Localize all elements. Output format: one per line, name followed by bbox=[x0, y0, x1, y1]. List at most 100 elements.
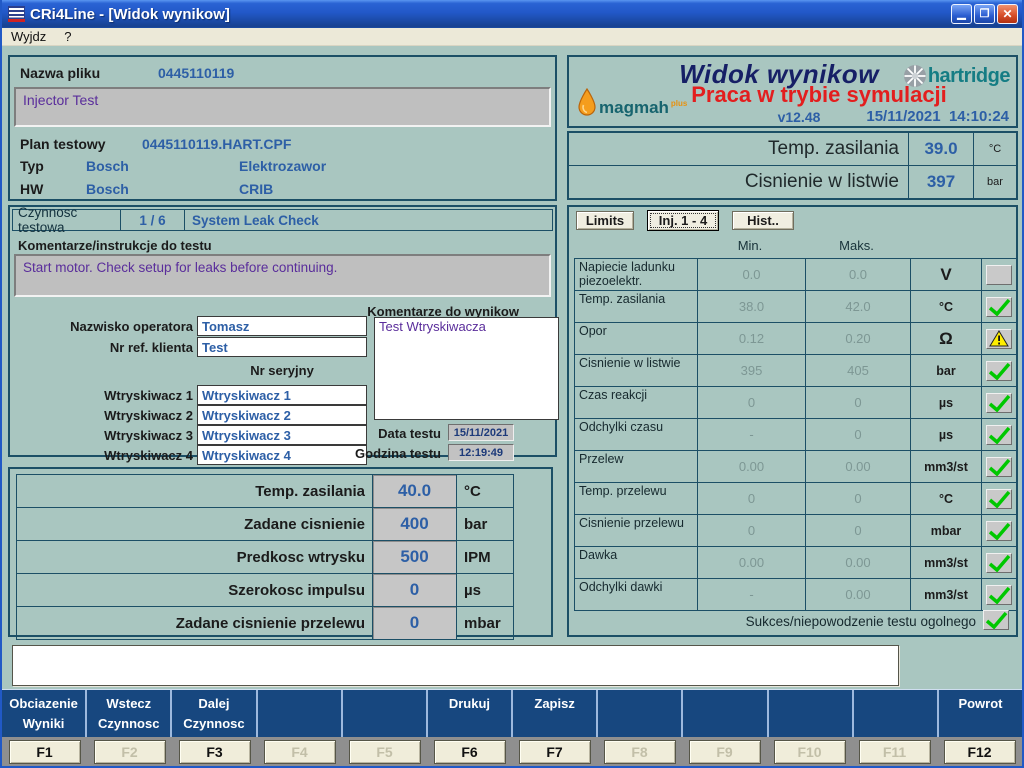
setpoint-row: Zadane cisnienie400bar bbox=[17, 507, 513, 540]
status-pass-icon bbox=[986, 489, 1012, 509]
result-min-value: 0.12 bbox=[697, 323, 805, 354]
test-time-label: Godzina testu bbox=[346, 446, 441, 461]
result-unit: °C bbox=[910, 483, 981, 514]
fkey-label-line1: Obciazenie bbox=[9, 695, 78, 712]
results-panel: Limits Inj. 1 - 4 Hist.. Min. Maks. Napi… bbox=[567, 205, 1018, 637]
injector-4-input[interactable] bbox=[197, 445, 367, 465]
setpoint-unit: mbar bbox=[457, 607, 513, 639]
limits-button[interactable]: Limits bbox=[576, 211, 634, 230]
fkey-label-F1: Obciazenie Wyniki bbox=[2, 690, 87, 737]
test-step-label: Czynnosc testowa bbox=[13, 210, 121, 230]
client-ref-input[interactable] bbox=[197, 337, 367, 357]
setpoint-unit: °C bbox=[457, 475, 513, 507]
result-row: Temp. zasilania38.042.0°C bbox=[575, 290, 1016, 322]
typ-value: Bosch bbox=[86, 158, 129, 174]
result-min-value: 0 bbox=[697, 387, 805, 418]
fkey-slot-F9: F9 bbox=[682, 740, 767, 764]
result-unit: mm3/st bbox=[910, 547, 981, 578]
result-min-value: 0.0 bbox=[697, 259, 805, 290]
green-check-icon bbox=[987, 298, 1011, 316]
live-values-panel: Temp. zasilania 39.0 °C Cisnienie w list… bbox=[567, 131, 1018, 200]
live-temp-unit: °C bbox=[974, 133, 1016, 165]
test-date-label: Data testu bbox=[346, 426, 441, 441]
injector-1-input[interactable] bbox=[197, 385, 367, 405]
green-check-icon bbox=[987, 362, 1011, 380]
fkey-label-F5 bbox=[343, 690, 428, 737]
result-unit: mm3/st bbox=[910, 579, 981, 610]
max-column-header: Maks. bbox=[804, 238, 909, 258]
close-button[interactable]: ✕ bbox=[997, 4, 1018, 24]
fkey-label-F7: Zapisz bbox=[513, 690, 598, 737]
file-name-value: 0445110119 bbox=[158, 65, 234, 81]
fkey-button-F7[interactable]: F7 bbox=[519, 740, 591, 764]
app-logo-icon bbox=[8, 6, 25, 22]
menu-help[interactable]: ? bbox=[55, 29, 80, 44]
result-row: Czas reakcji00µs bbox=[575, 386, 1016, 418]
setpoint-value: 0 bbox=[372, 574, 457, 606]
results-comments-input[interactable]: Test Wtryskiwacza bbox=[374, 317, 559, 420]
status-pass-icon bbox=[983, 610, 1009, 630]
window-title: CRi4Line - [Widok wynikow] bbox=[30, 6, 951, 23]
result-row-label: Cisnienie w listwie bbox=[575, 355, 697, 386]
typ-label: Typ bbox=[20, 158, 44, 174]
result-max-value: 405 bbox=[805, 355, 910, 386]
result-min-value: 0.00 bbox=[697, 451, 805, 482]
result-max-value: 0 bbox=[805, 483, 910, 514]
test-step-strip: Czynnosc testowa 1 / 6 System Leak Check bbox=[12, 209, 553, 231]
injector-1-label: Wtryskiwacz 1 bbox=[10, 388, 193, 403]
result-row: Przelew0.000.00mm3/st bbox=[575, 450, 1016, 482]
live-temp-value: 39.0 bbox=[908, 133, 974, 165]
result-unit: bar bbox=[910, 355, 981, 386]
live-temp-label: Temp. zasilania bbox=[569, 133, 908, 165]
function-key-row: F1F2F3F4F5F6F7F8F9F10F11F12 bbox=[2, 737, 1022, 766]
setpoints-table: Temp. zasilania40.0°CZadane cisnienie400… bbox=[16, 474, 514, 640]
current-datetime: 15/11/2021 14:10:24 bbox=[866, 108, 1009, 125]
test-step-counter: 1 / 6 bbox=[121, 210, 185, 230]
file-name-label: Nazwa pliku bbox=[20, 65, 100, 81]
result-status-cell bbox=[981, 387, 1016, 418]
result-row: Temp. przelewu00°C bbox=[575, 482, 1016, 514]
setpoint-value: 0 bbox=[372, 607, 457, 639]
live-row: Temp. zasilania 39.0 °C bbox=[569, 133, 1016, 165]
file-info-panel: Nazwa pliku 0445110119 Injector Test Pla… bbox=[8, 55, 557, 201]
restore-button[interactable]: ❐ bbox=[974, 4, 995, 24]
result-status-cell bbox=[981, 483, 1016, 514]
injector-2-input[interactable] bbox=[197, 405, 367, 425]
minimize-button[interactable]: ▁ bbox=[951, 4, 972, 24]
fkey-label-F3: DalejCzynnosc bbox=[172, 690, 257, 737]
test-date-value: 15/11/2021 bbox=[448, 424, 514, 441]
live-rail-pressure-value: 397 bbox=[908, 166, 974, 198]
result-row-label: Napiecie ladunku piezoelektr. bbox=[575, 259, 697, 290]
fkey-label-line2: Wyniki bbox=[23, 715, 65, 732]
hist-button[interactable]: Hist.. bbox=[732, 211, 794, 230]
result-max-value: 0 bbox=[805, 515, 910, 546]
injector-3-input[interactable] bbox=[197, 425, 367, 445]
fkey-button-F6[interactable]: F6 bbox=[434, 740, 506, 764]
injector-2-label: Wtryskiwacz 2 bbox=[10, 408, 193, 423]
result-status-cell bbox=[981, 451, 1016, 482]
setpoint-value: 500 bbox=[372, 541, 457, 573]
plan-label: Plan testowy bbox=[20, 136, 106, 152]
plan-value: 0445110119.HART.CPF bbox=[142, 136, 291, 152]
inj-1-4-button[interactable]: Inj. 1 - 4 bbox=[647, 210, 719, 231]
operator-name-input[interactable] bbox=[197, 316, 367, 336]
green-check-icon bbox=[987, 426, 1011, 444]
oil-drop-icon bbox=[577, 88, 597, 116]
fkey-label-F10 bbox=[769, 690, 854, 737]
green-check-icon bbox=[987, 490, 1011, 508]
setpoint-label: Predkosc wtrysku bbox=[17, 541, 372, 573]
result-row-label: Przelew bbox=[575, 451, 697, 482]
fkey-button-F12[interactable]: F12 bbox=[944, 740, 1016, 764]
fkey-button-F3[interactable]: F3 bbox=[179, 740, 251, 764]
fkey-label-F9 bbox=[683, 690, 768, 737]
result-row-label: Opor bbox=[575, 323, 697, 354]
results-header-panel: magmah plus Widok wynikow Praca w trybie… bbox=[567, 55, 1018, 128]
fkey-slot-F5: F5 bbox=[342, 740, 427, 764]
result-max-value: 0.20 bbox=[805, 323, 910, 354]
status-pass-icon bbox=[986, 457, 1012, 477]
typ-value2: Elektrozawor bbox=[239, 158, 326, 174]
result-min-value: 395 bbox=[697, 355, 805, 386]
operator-name-label: Nazwisko operatora bbox=[10, 319, 193, 334]
menu-exit[interactable]: Wyjdz bbox=[2, 29, 55, 44]
fkey-button-F1[interactable]: F1 bbox=[9, 740, 81, 764]
